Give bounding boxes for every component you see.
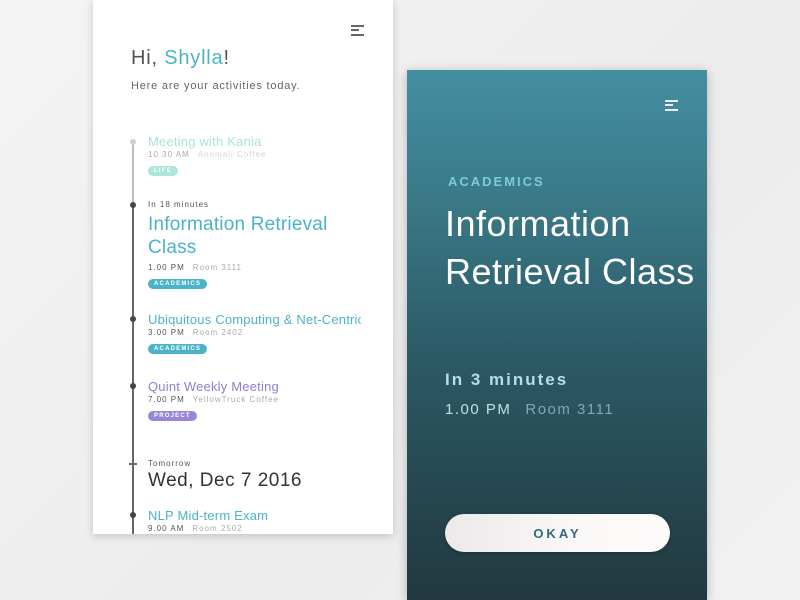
event-countdown: In 18 minutes: [148, 200, 210, 209]
schedule-card: Hi, Shylla! Here are your activities tod…: [93, 0, 393, 534]
event-meta: 9.00 AM Room 2502: [148, 524, 368, 533]
event-item[interactable]: NLP Mid-term Exam 9.00 AM Room 2502: [148, 508, 368, 533]
event-detail-card: ACADEMICS Information Retrieval Class In…: [407, 70, 707, 600]
event-title: Meeting with Kania: [148, 134, 262, 149]
event-time: 1.00 PM: [445, 401, 512, 418]
greeting: Hi, Shylla!: [131, 47, 230, 70]
timeline-past-line: [132, 140, 134, 204]
event-meta: 1.00 PM Room 3111: [148, 263, 368, 272]
greeting-suffix: !: [223, 47, 230, 69]
event-time: 9.00 AM: [148, 524, 185, 533]
timeline-day-tick: [129, 463, 137, 465]
timeline-dot: [130, 202, 136, 208]
tag-life: LIFE: [148, 166, 178, 176]
event-item[interactable]: Quint Weekly Meeting 7.00 PM YellowTruck …: [148, 379, 368, 422]
event-place: Room 2402: [192, 328, 244, 337]
timeline-dot: [130, 383, 136, 389]
event-title: Information Retrieval Class: [148, 214, 328, 258]
day-label: Tomorrow: [148, 459, 192, 468]
day-date: Wed, Dec 7 2016: [148, 470, 302, 491]
event-time: 1.00 PM: [148, 263, 185, 272]
event-details: 1.00 PM Room 3111: [445, 401, 614, 418]
timeline-dot: [130, 512, 136, 518]
event-time: 3.00 PM: [148, 328, 185, 337]
event-place: Anomali Coffee: [197, 150, 267, 159]
event-title: Quint Weekly Meeting: [148, 379, 279, 394]
greeting-prefix: Hi,: [131, 47, 165, 69]
okay-button[interactable]: OKAY: [445, 514, 670, 552]
event-meta: 7.00 PM YellowTruck Coffee: [148, 395, 368, 404]
tag-academics: ACADEMICS: [148, 279, 208, 289]
event-meta: 3.00 PM Room 2402: [148, 328, 361, 337]
event-title: NLP Mid-term Exam: [148, 508, 269, 523]
event-meta: 10.30 AM Anomali Coffee: [148, 150, 368, 159]
event-item[interactable]: Meeting with Kania 10.30 AM Anomali Coffe…: [148, 134, 368, 177]
user-name: Shylla: [164, 47, 224, 69]
tag-project: PROJECT: [148, 411, 197, 421]
hamburger-menu-icon[interactable]: [665, 99, 678, 111]
subtitle: Here are your activities today.: [131, 80, 301, 92]
event-place: Room 3111: [192, 263, 242, 272]
event-place: Room 3111: [525, 401, 615, 418]
event-detail-title: Information Retrieval Class: [445, 203, 695, 292]
event-place: Room 2502: [192, 524, 243, 533]
day-header: Tomorrow Wed, Dec 7 2016: [148, 459, 368, 492]
event-item[interactable]: Ubiquitous Computing & Net-Centric 3.00 …: [148, 312, 361, 355]
event-category: ACADEMICS: [448, 174, 545, 189]
event-place: YellowTruck Coffee: [192, 395, 279, 404]
timeline-dot: [130, 316, 136, 322]
event-title: Ubiquitous Computing & Net-Centric: [148, 312, 361, 327]
event-countdown: In 3 minutes: [445, 370, 569, 389]
event-time: 10.30 AM: [148, 150, 190, 159]
tag-academics: ACADEMICS: [148, 344, 208, 354]
event-item-upcoming[interactable]: In 18 minutes Information Retrieval Clas…: [148, 200, 368, 290]
timeline-line: [132, 204, 134, 534]
hamburger-menu-icon[interactable]: [351, 24, 364, 36]
event-time: 7.00 PM: [148, 395, 185, 404]
timeline-dot: [130, 139, 136, 145]
